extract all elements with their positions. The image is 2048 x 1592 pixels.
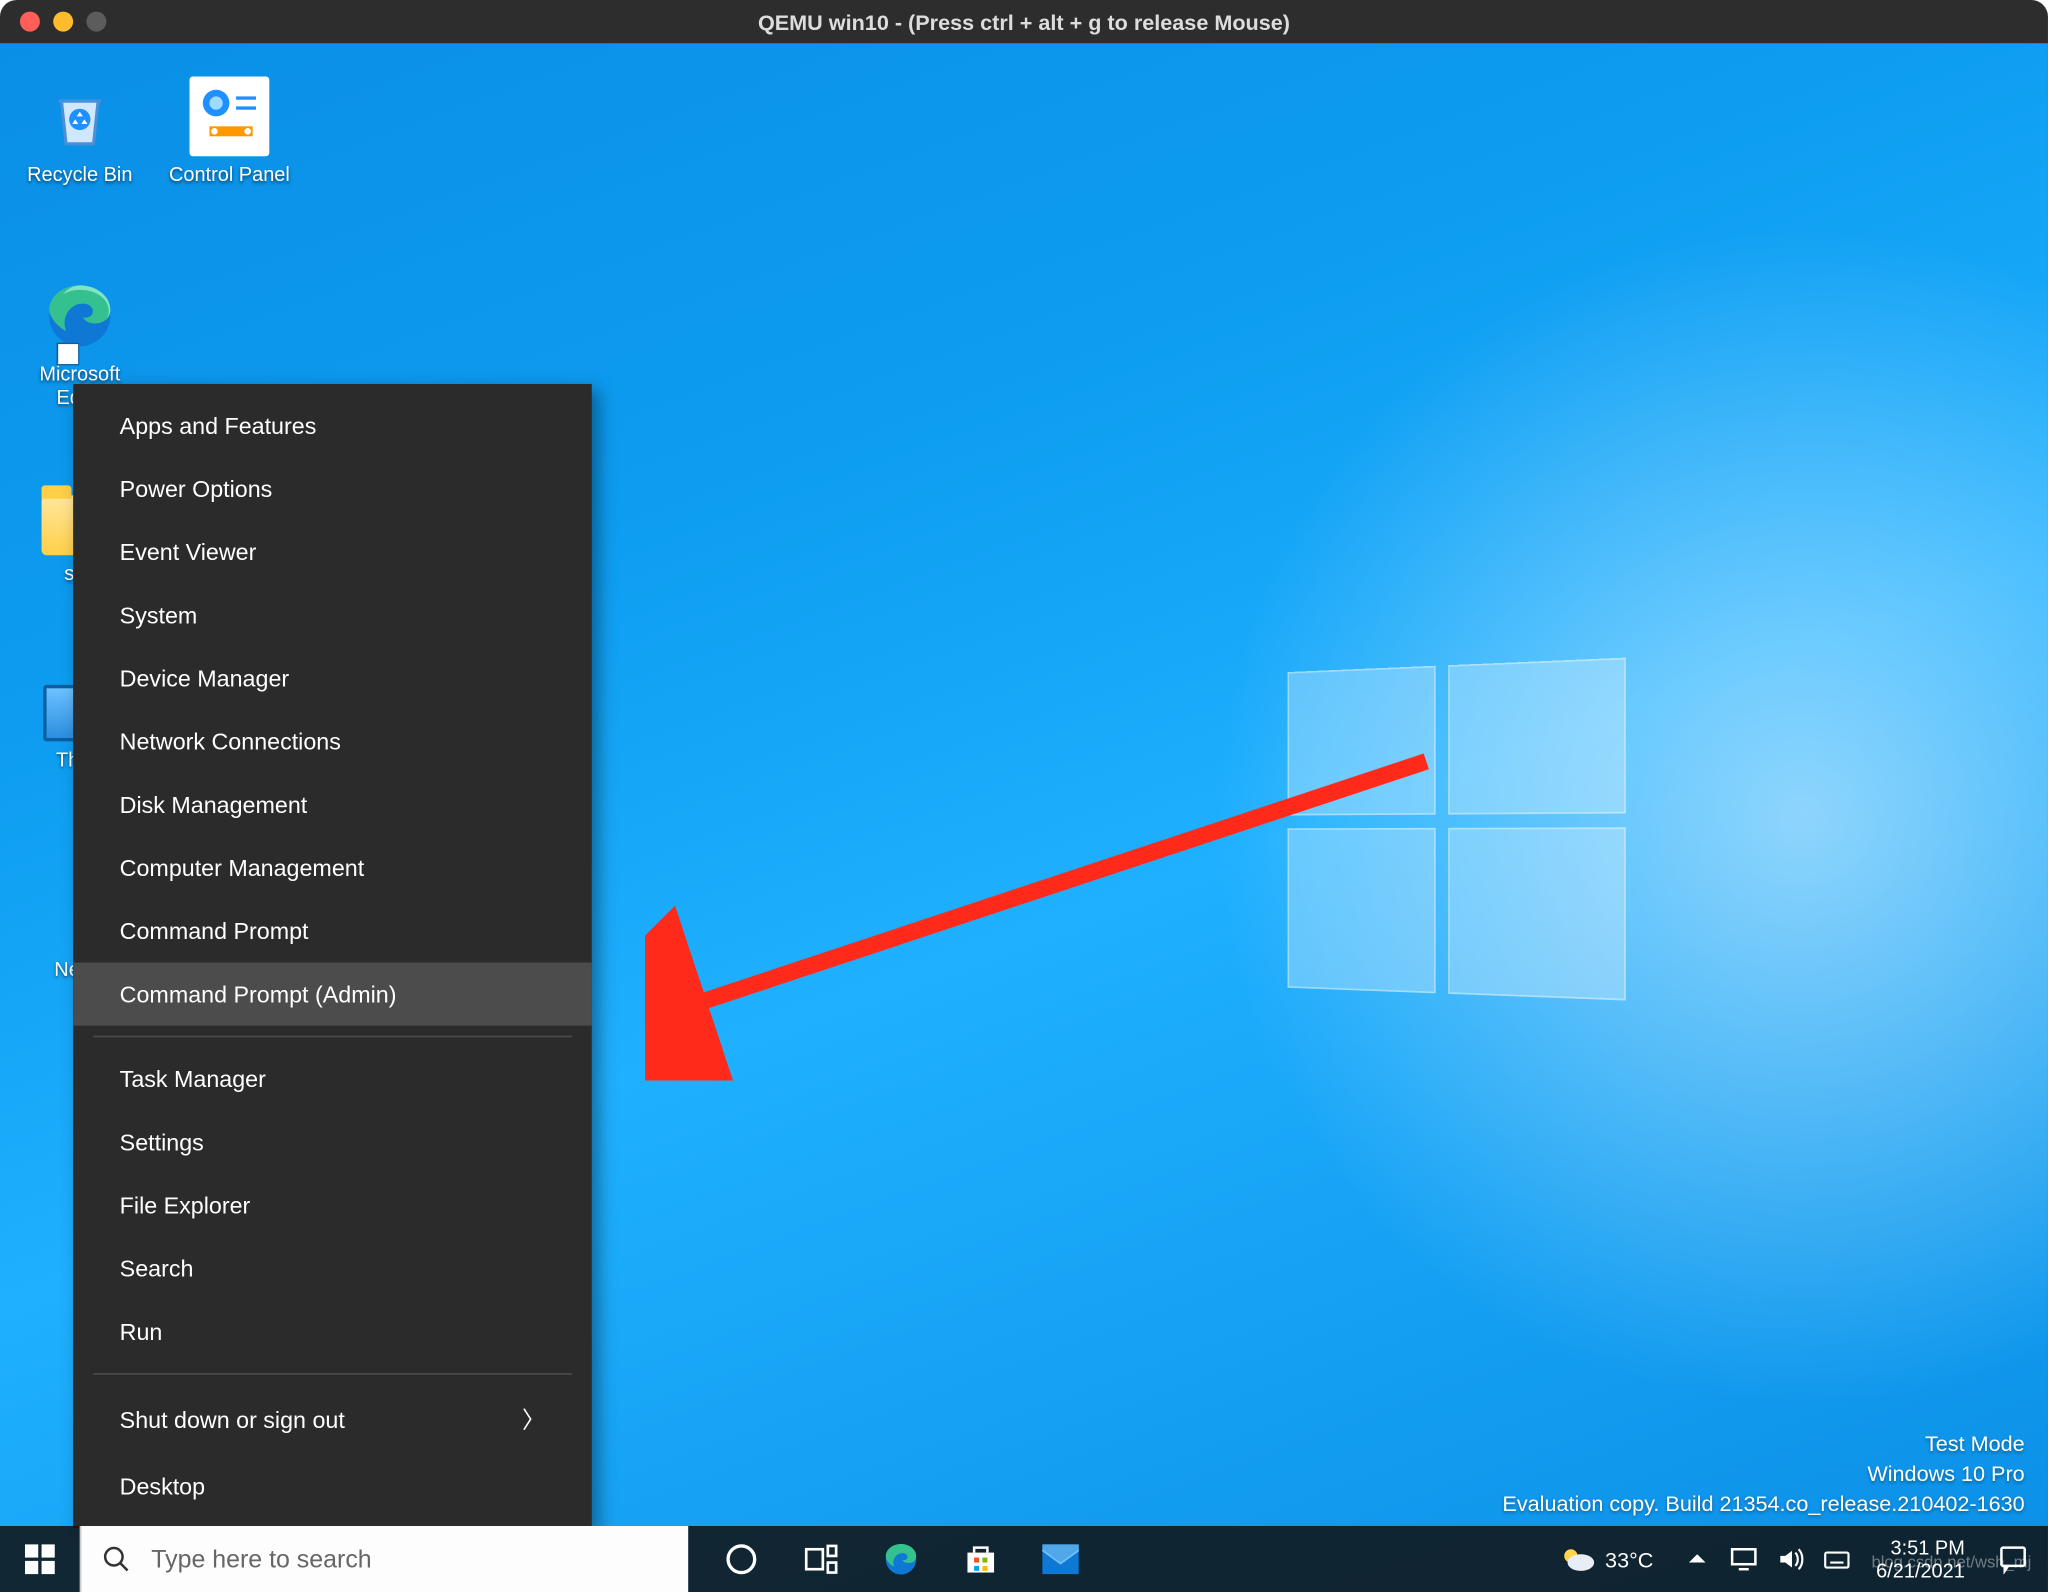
task-view-icon [805, 1544, 838, 1574]
taskbar-mail[interactable] [1021, 1526, 1101, 1592]
volume-icon [1776, 1546, 1803, 1573]
chevron-right-icon: 〉 [522, 1403, 545, 1436]
taskbar-apps [701, 1526, 1100, 1592]
icon-label: Control Panel [166, 163, 292, 186]
weather-icon [1559, 1544, 1596, 1574]
desktop-icon-control-panel[interactable]: Control Panel [166, 76, 292, 186]
titlebar: QEMU win10 - (Press ctrl + alt + g to re… [0, 0, 2048, 43]
monitor-icon [1730, 1546, 1757, 1573]
tray-overflow[interactable] [1677, 1526, 1717, 1592]
winx-network-conn[interactable]: Network Connections [73, 710, 592, 773]
search-placeholder: Type here to search [151, 1545, 371, 1573]
store-icon [964, 1543, 997, 1576]
recycle-bin-icon [40, 76, 120, 156]
tray-network[interactable] [1723, 1526, 1763, 1592]
winx-file-explorer[interactable]: File Explorer [73, 1174, 592, 1237]
desktop-icon-recycle-bin[interactable]: Recycle Bin [17, 76, 143, 186]
winx-disk-mgmt[interactable]: Disk Management [73, 773, 592, 836]
activation-watermark: Test Mode Windows 10 Pro Evaluation copy… [1502, 1430, 2024, 1520]
cortana-button[interactable] [701, 1526, 781, 1592]
taskbar: Type here to search 33°C [0, 1526, 2048, 1592]
winx-event-viewer[interactable]: Event Viewer [73, 520, 592, 583]
tray-volume[interactable] [1770, 1526, 1810, 1592]
winx-system[interactable]: System [73, 583, 592, 646]
winx-run[interactable]: Run [73, 1300, 592, 1363]
winx-cmd-admin[interactable]: Command Prompt (Admin) [73, 962, 592, 1025]
winx-search[interactable]: Search [73, 1237, 592, 1300]
windows-icon [25, 1544, 55, 1574]
taskbar-search[interactable]: Type here to search [80, 1526, 688, 1592]
taskbar-store[interactable] [941, 1526, 1021, 1592]
chevron-up-icon [1687, 1549, 1707, 1569]
minimize-dot[interactable] [53, 12, 73, 32]
winx-device-manager[interactable]: Device Manager [73, 647, 592, 710]
winx-computer-mgmt[interactable]: Computer Management [73, 836, 592, 899]
desktop[interactable]: Recycle Bin Control Panel Microsoft Edge… [0, 43, 2048, 1592]
edge-icon [40, 276, 120, 356]
edge-icon [883, 1541, 920, 1578]
winx-menu: Apps and Features Power Options Event Vi… [73, 384, 592, 1528]
circle-icon [725, 1543, 758, 1576]
tray-ime[interactable] [1816, 1526, 1856, 1592]
qemu-window: QEMU win10 - (Press ctrl + alt + g to re… [0, 0, 2048, 1592]
winx-settings[interactable]: Settings [73, 1110, 592, 1173]
control-panel-icon [190, 76, 270, 156]
winx-power-options[interactable]: Power Options [73, 457, 592, 520]
icon-label: Recycle Bin [17, 163, 143, 186]
winx-cmd[interactable]: Command Prompt [73, 899, 592, 962]
winx-task-manager[interactable]: Task Manager [73, 1047, 592, 1110]
titlebar-text: QEMU win10 - (Press ctrl + alt + g to re… [0, 9, 2048, 34]
taskbar-weather[interactable]: 33°C [1542, 1544, 1670, 1574]
window-controls [0, 12, 106, 32]
system-tray [1670, 1526, 1863, 1592]
taskbar-edge[interactable] [861, 1526, 941, 1592]
close-dot[interactable] [20, 12, 40, 32]
start-button[interactable] [0, 1526, 80, 1592]
winx-desktop[interactable]: Desktop [73, 1455, 592, 1518]
mail-icon [1042, 1544, 1079, 1574]
keyboard-icon [1823, 1546, 1850, 1573]
windows-logo [1288, 657, 1636, 1022]
task-view-button[interactable] [781, 1526, 861, 1592]
zoom-dot[interactable] [86, 12, 106, 32]
winx-shutdown[interactable]: Shut down or sign out 〉 [73, 1385, 592, 1455]
blog-watermark: blog.csdn.net/wsh_mj [1871, 1554, 2031, 1572]
winx-apps-features[interactable]: Apps and Features [73, 394, 592, 457]
search-icon [101, 1544, 131, 1574]
